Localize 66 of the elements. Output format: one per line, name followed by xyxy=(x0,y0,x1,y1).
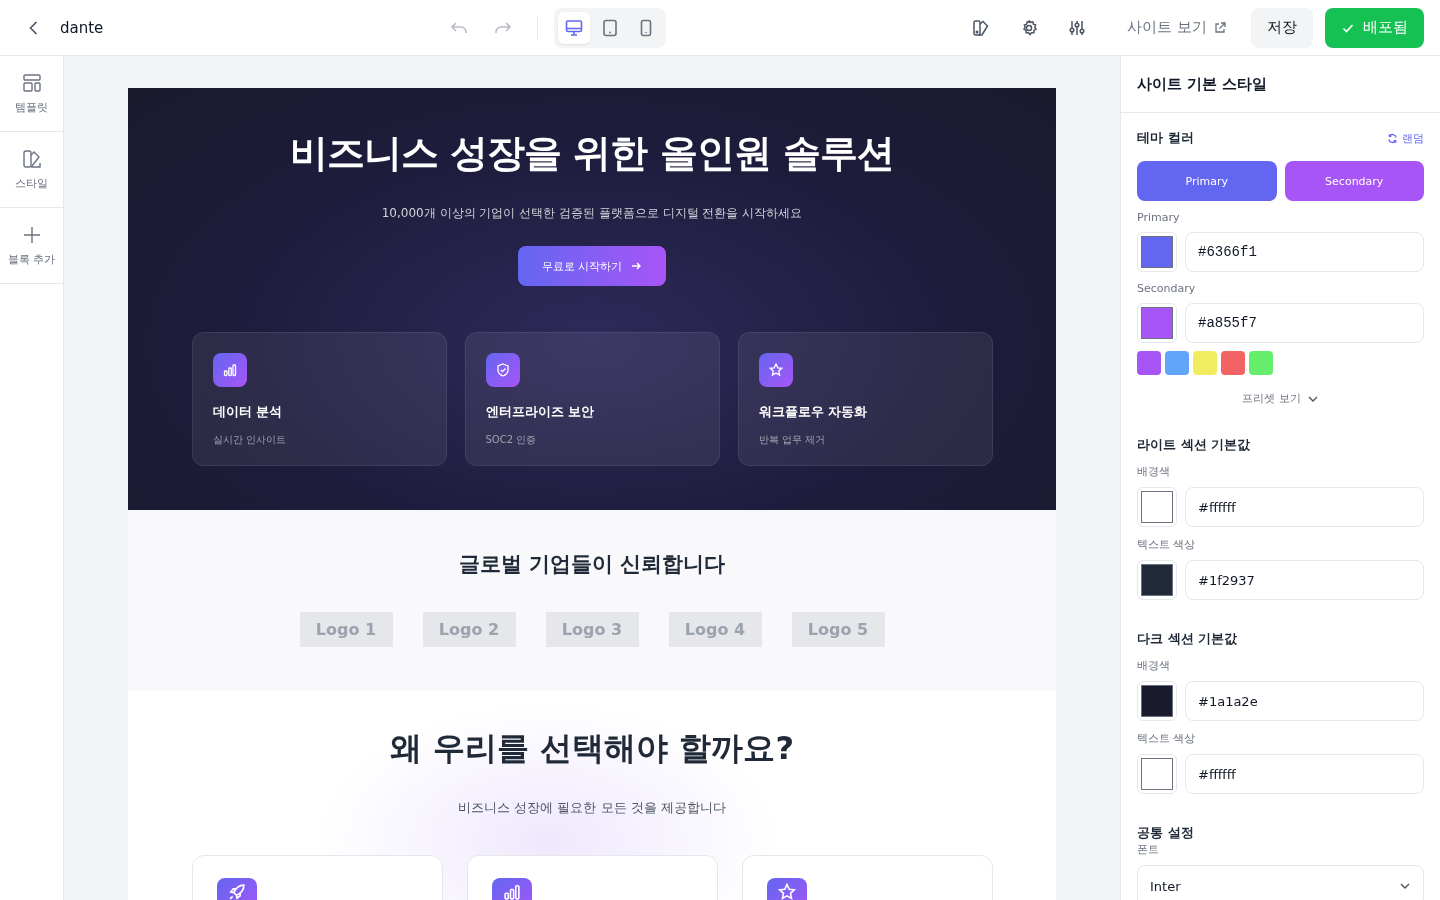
chart-icon xyxy=(212,353,247,387)
hex-input-field[interactable]: #ffffff xyxy=(1185,754,1424,794)
cta-button[interactable]: 무료로 시작하기 xyxy=(517,246,667,286)
color-swatch[interactable] xyxy=(1137,560,1177,600)
why-title: 왜 우리를 선택해야 할까요? xyxy=(390,728,794,769)
theme-color-button[interactable]: Secondary xyxy=(1284,161,1424,201)
hex-input-field[interactable]: #1f2937 xyxy=(1185,560,1424,600)
color-swatch[interactable] xyxy=(1137,681,1177,721)
hero-subtitle: 10,000개 이상의 기업이 선택한 검증된 플랫폼으로 디지털 전환을 시작하세요 xyxy=(381,205,803,222)
feature-title: 엔터프라이즈 보안 xyxy=(485,403,596,421)
feature-title: 데이터 분석 xyxy=(212,403,284,421)
preset-swatch[interactable] xyxy=(1165,351,1189,375)
section-heading: 다크 섹션 기본값 xyxy=(1137,630,1239,648)
random-link[interactable]: 랜덤 xyxy=(1387,130,1424,146)
hex-input-field[interactable]: #1a1a2e xyxy=(1185,681,1424,721)
feature-subtitle: 반복 업무 제거 xyxy=(758,433,826,447)
field-label: 텍스트 색상 xyxy=(1137,537,1197,552)
style-rail-button[interactable]: 스타일 xyxy=(0,132,63,208)
partner-logo: Logo 1 xyxy=(299,612,393,647)
color-swatch[interactable] xyxy=(1137,487,1177,527)
field-label: Secondary xyxy=(1137,282,1197,295)
save-button[interactable]: 저장 xyxy=(1251,7,1313,48)
field-label: 배경색 xyxy=(1137,658,1171,673)
palette-icon xyxy=(20,148,43,170)
hex-input-field[interactable]: #a855f7 xyxy=(1185,303,1424,343)
field-label: 텍스트 색상 xyxy=(1137,731,1197,746)
view-site-link[interactable]: 사이트 보기 xyxy=(1127,18,1227,37)
theme-color-button[interactable]: Primary xyxy=(1137,161,1277,201)
external-link-icon xyxy=(1213,20,1227,35)
section-heading: 테마 컬러 xyxy=(1137,129,1194,147)
template-rail-button[interactable]: 템플릿 xyxy=(0,56,63,132)
monitor-icon xyxy=(564,17,585,38)
partner-logo: Logo 3 xyxy=(545,612,639,647)
partner-logo: Logo 2 xyxy=(422,612,516,647)
add-rail-button[interactable]: 블록 추가 xyxy=(0,208,63,284)
hex-input-field[interactable]: #6366f1 xyxy=(1185,232,1424,272)
field-label: 배경색 xyxy=(1137,464,1171,479)
feature-subtitle: SOC2 인증 xyxy=(485,433,538,447)
layout-icon xyxy=(20,72,43,94)
project-name: dante xyxy=(60,18,104,37)
arrow-right-icon xyxy=(630,260,643,272)
font-select[interactable]: Inter xyxy=(1137,865,1424,900)
preset-swatch[interactable] xyxy=(1221,351,1245,375)
hero-title: 비즈니스 성장을 위한 올인원 솔루션 xyxy=(290,130,894,177)
hex-input-field[interactable]: #ffffff xyxy=(1185,487,1424,527)
section-heading: 공통 설정 xyxy=(1137,824,1195,842)
color-swatch[interactable] xyxy=(1137,754,1177,794)
preset-swatch[interactable] xyxy=(1193,351,1217,375)
field-label: 폰트 xyxy=(1137,842,1160,857)
color-swatch[interactable] xyxy=(1137,232,1177,272)
partner-logo: Logo 5 xyxy=(791,612,885,647)
field-label: Primary xyxy=(1137,211,1181,224)
color-swatch[interactable] xyxy=(1137,303,1177,343)
shield-icon xyxy=(485,353,520,387)
section-heading: 라이트 섹션 기본값 xyxy=(1137,436,1252,454)
preset-swatch[interactable] xyxy=(1137,351,1161,375)
partner-logo: Logo 4 xyxy=(668,612,762,647)
preset-toggle[interactable]: 프리셋 보기 xyxy=(1242,391,1319,406)
trust-title: 글로벌 기업들이 신뢰합니다 xyxy=(458,551,726,578)
panel-title: 사이트 기본 스타일 xyxy=(1137,74,1268,94)
why-subtitle: 비즈니스 성장에 필요한 모든 것을 제공합니다 xyxy=(458,799,726,817)
feature-title: 워크플로우 자동화 xyxy=(758,403,869,421)
feature-subtitle: 실시간 인사이트 xyxy=(212,433,287,447)
refresh-icon xyxy=(1387,132,1398,144)
desktop-view-button[interactable] xyxy=(558,11,591,44)
preset-swatch[interactable] xyxy=(1249,351,1273,375)
